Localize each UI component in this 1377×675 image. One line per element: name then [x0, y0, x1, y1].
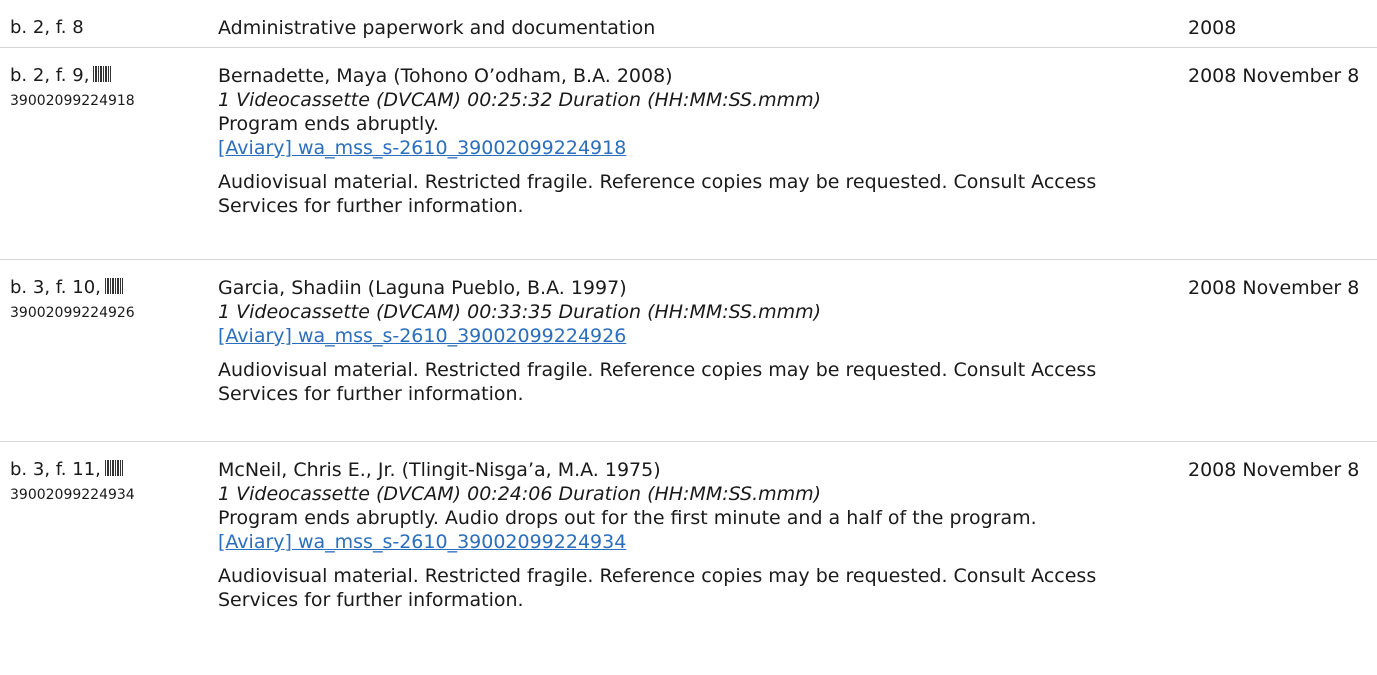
barcode-icon: [104, 460, 123, 476]
date-cell: 2008: [1176, 0, 1377, 47]
access-note: Audiovisual material. Restricted fragile…: [218, 565, 1097, 611]
container-cell: b. 3, f. 11, 39002099224934: [0, 442, 208, 675]
container-label: b. 2, f. 9,: [10, 65, 90, 86]
barcode-number: 39002099224918: [10, 93, 135, 109]
description-cell: McNeil, Chris E., Jr. (Tlingit-Nisga’a, …: [208, 442, 1176, 675]
barcode-number: 39002099224934: [10, 487, 135, 503]
container-label: b. 3, f. 11,: [10, 459, 101, 480]
container-label: b. 3, f. 10,: [10, 277, 101, 298]
barcode-icon: [104, 278, 123, 294]
barcode-icon: [93, 66, 112, 82]
description-cell: Garcia, Shadiin (Laguna Pueblo, B.A. 199…: [208, 260, 1176, 441]
item-title: Administrative paperwork and documentati…: [218, 17, 656, 39]
digital-object-link[interactable]: [Aviary] wa_mss_s-2610_39002099224926: [218, 324, 1176, 348]
item-date: 2008 November 8: [1188, 65, 1360, 87]
digital-object-link[interactable]: [Aviary] wa_mss_s-2610_39002099224934: [218, 530, 1176, 554]
item-extent: 1 Videocassette (DVCAM) 00:33:35 Duratio…: [218, 301, 822, 323]
item-extent: 1 Videocassette (DVCAM) 00:25:32 Duratio…: [218, 89, 822, 111]
description-cell: Administrative paperwork and documentati…: [208, 0, 1176, 47]
access-note: Audiovisual material. Restricted fragile…: [218, 171, 1097, 217]
date-cell: 2008 November 8: [1176, 442, 1377, 675]
container-label: b. 2, f. 8: [10, 17, 84, 38]
container-cell: b. 3, f. 10, 39002099224926: [0, 260, 208, 441]
item-date: 2008 November 8: [1188, 277, 1360, 299]
list-row: b. 3, f. 11, 39002099224934 McNeil, Chri…: [0, 442, 1377, 675]
barcode-number: 39002099224926: [10, 305, 135, 321]
date-cell: 2008 November 8: [1176, 260, 1377, 441]
item-title: Bernadette, Maya (Tohono O’odham, B.A. 2…: [218, 65, 673, 87]
digital-object-link[interactable]: [Aviary] wa_mss_s-2610_39002099224918: [218, 136, 1176, 160]
item-date: 2008: [1188, 17, 1237, 39]
item-note: Program ends abruptly.: [218, 113, 439, 135]
item-title: Garcia, Shadiin (Laguna Pueblo, B.A. 199…: [218, 277, 627, 299]
list-row: b. 2, f. 9, 39002099224918 Bernadette, M…: [0, 48, 1377, 260]
item-date: 2008 November 8: [1188, 459, 1360, 481]
item-title: McNeil, Chris E., Jr. (Tlingit-Nisga’a, …: [218, 459, 661, 481]
container-cell: b. 2, f. 8: [0, 0, 208, 47]
item-note: Program ends abruptly. Audio drops out f…: [218, 507, 1037, 529]
list-row: b. 2, f. 8 Administrative paperwork and …: [0, 0, 1377, 48]
access-note: Audiovisual material. Restricted fragile…: [218, 359, 1097, 405]
item-extent: 1 Videocassette (DVCAM) 00:24:06 Duratio…: [218, 483, 822, 505]
list-row: b. 3, f. 10, 39002099224926 Garcia, Shad…: [0, 260, 1377, 442]
container-list: b. 2, f. 8 Administrative paperwork and …: [0, 0, 1377, 675]
description-cell: Bernadette, Maya (Tohono O’odham, B.A. 2…: [208, 48, 1176, 259]
container-cell: b. 2, f. 9, 39002099224918: [0, 48, 208, 259]
date-cell: 2008 November 8: [1176, 48, 1377, 259]
